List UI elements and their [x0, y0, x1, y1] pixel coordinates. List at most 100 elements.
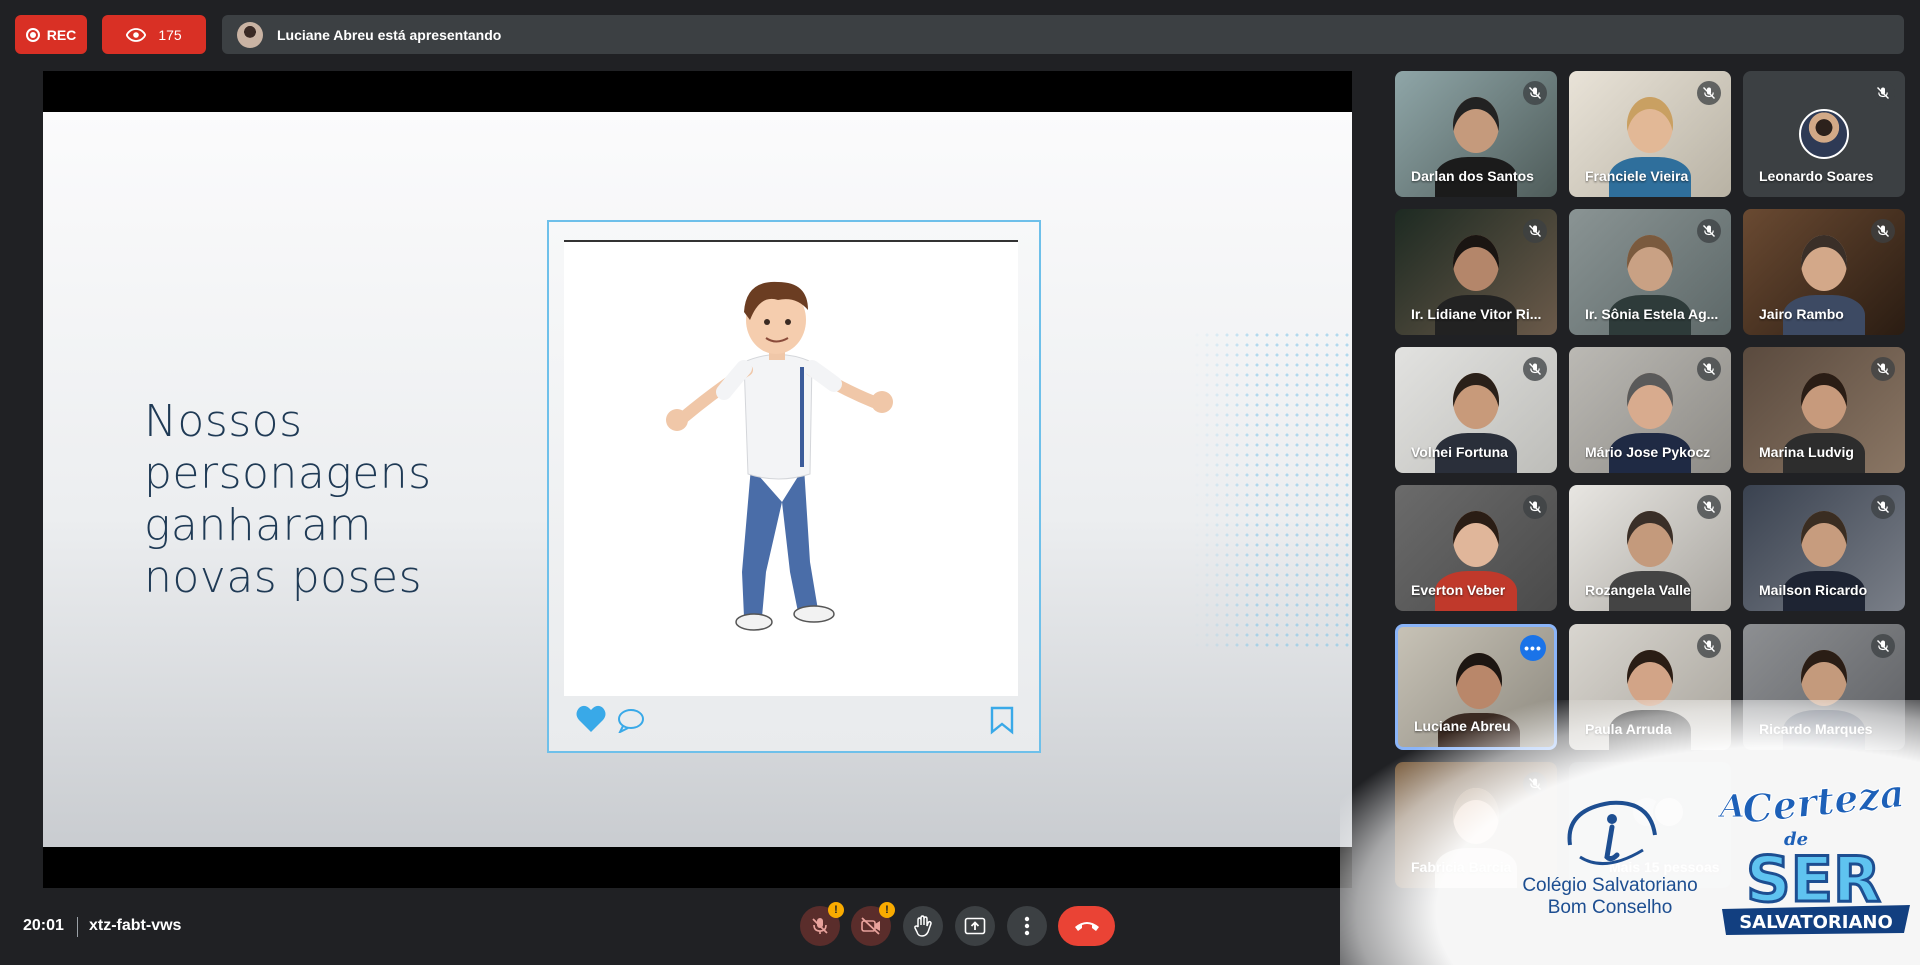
slide-title-line: Nossos: [144, 396, 303, 447]
meeting-code: xtz-fabt-vws: [89, 917, 182, 934]
participant-video-face: [1453, 235, 1499, 291]
participant-name: Jairo Rambo: [1759, 306, 1844, 322]
a-certeza-de-ser-salvatoriano-logo: A Certeza de SER SALVATORIANO: [1717, 770, 1910, 935]
participant-video-face: [1627, 373, 1673, 429]
mic-off-icon: [1523, 219, 1547, 243]
leave-call-button[interactable]: [1058, 906, 1115, 946]
mic-off-icon: [812, 918, 828, 934]
participant-name: Paula Arruda: [1585, 721, 1672, 737]
mic-off-icon: [1871, 81, 1895, 105]
participant-video-face: [1801, 650, 1847, 706]
participant-video-face: [1627, 97, 1673, 153]
participant-tile[interactable]: Paula Arruda: [1569, 624, 1731, 750]
social-post-frame: [547, 220, 1041, 753]
participant-video-face: [1453, 373, 1499, 429]
slide-title-line: ganharam: [144, 500, 373, 551]
mic-off-icon: [1697, 357, 1721, 381]
participant-video-face: [1627, 235, 1673, 291]
participant-tile[interactable]: Ir. Sônia Estela Ag...: [1569, 209, 1731, 335]
rec-label: REC: [46, 26, 77, 43]
mic-off-icon: [1523, 772, 1547, 796]
mic-off-icon: [1871, 357, 1895, 381]
live-viewers-button[interactable]: 175: [102, 15, 206, 54]
recording-indicator[interactable]: REC: [15, 15, 87, 54]
participant-tile[interactable]: Franciele Vieira: [1569, 71, 1731, 197]
svg-text:SALVATORIANO: SALVATORIANO: [1739, 912, 1893, 933]
raise-hand-button[interactable]: [903, 906, 943, 946]
participant-video-face: [1627, 511, 1673, 567]
participant-tile[interactable]: Darlan dos Santos: [1395, 71, 1557, 197]
participant-name: Ir. Sônia Estela Ag...: [1585, 306, 1719, 322]
mic-off-icon: [1697, 81, 1721, 105]
participant-name: Everton Veber: [1411, 582, 1506, 598]
participant-video-face: [1453, 788, 1499, 844]
mic-off-icon: [1871, 495, 1895, 519]
present-screen-icon: [964, 917, 986, 935]
participant-tile[interactable]: Jairo Rambo: [1743, 209, 1905, 335]
presentation-stage[interactable]: Nossos personagens ganharam novas poses: [43, 71, 1352, 888]
school-name-line1: Colégio Salvatoriano: [1522, 875, 1698, 896]
participant-tile[interactable]: Leonardo Soares: [1743, 71, 1905, 197]
presenter-avatar: [237, 21, 263, 48]
record-icon: [25, 27, 40, 42]
dot-pattern-decoration: [1192, 330, 1352, 650]
camera-toggle-button[interactable]: !: [851, 902, 895, 946]
participant-tile[interactable]: Volnei Fortuna: [1395, 347, 1557, 473]
more-options-button[interactable]: [1007, 906, 1047, 946]
more-horiz-icon[interactable]: •••: [1520, 635, 1546, 661]
participant-name: Marina Ludvig: [1759, 444, 1854, 460]
participant-name: Mailson Ricardo: [1759, 582, 1868, 598]
participant-video-face: [1456, 653, 1502, 709]
participant-video-face: [1453, 511, 1499, 567]
mic-off-icon: [1871, 634, 1895, 658]
post-actions: [575, 703, 1015, 737]
participant-name: Leonardo Soares: [1759, 168, 1874, 184]
participant-tile[interactable]: Everton Veber: [1395, 485, 1557, 611]
participant-tile[interactable]: Rozangela Valle: [1569, 485, 1731, 611]
character-image: [564, 240, 1018, 696]
participant-tile[interactable]: Ir. Lidiane Vitor Ri...: [1395, 209, 1557, 335]
presenter-banner[interactable]: Luciane Abreu está apresentando: [222, 15, 1904, 54]
participant-name: Ricardo Marques: [1759, 721, 1873, 737]
participant-name: Rozangela Valle: [1585, 582, 1691, 598]
hand-icon: [914, 915, 932, 937]
participant-name: Franciele Vieira: [1585, 168, 1689, 184]
participant-video-face: [1801, 373, 1847, 429]
participant-avatar: [1799, 109, 1849, 159]
svg-text:SER: SER: [1746, 843, 1881, 916]
mic-off-icon: [1523, 81, 1547, 105]
eye-icon: [126, 27, 147, 42]
bookmark-icon: [990, 706, 1014, 735]
warning-badge: !: [879, 902, 895, 918]
participant-tile[interactable]: Mailson Ricardo: [1743, 485, 1905, 611]
participant-tile[interactable]: ••• Luciane Abreu: [1395, 624, 1557, 750]
viewer-count: 175: [158, 26, 182, 43]
camera-off-icon: [861, 917, 880, 935]
participant-name: Mário Jose Pykocz: [1585, 444, 1711, 460]
participant-video-face: [1453, 97, 1499, 153]
divider: [77, 917, 78, 937]
heart-icon: [576, 705, 606, 732]
school-logo: Colégio Salvatoriano Bom Conselho: [1510, 795, 1710, 925]
participant-tile[interactable]: Ricardo Marques: [1743, 624, 1905, 750]
microphone-toggle-button[interactable]: !: [800, 902, 844, 946]
present-screen-button[interactable]: [955, 906, 995, 946]
mic-off-icon: [1871, 219, 1895, 243]
school-name-line2: Bom Conselho: [1547, 897, 1673, 918]
slide-title-line: novas poses: [144, 552, 422, 603]
presenter-text: Luciane Abreu está apresentando: [277, 26, 502, 43]
mic-off-icon: [1697, 634, 1721, 658]
participant-tile[interactable]: Mário Jose Pykocz: [1569, 347, 1731, 473]
participant-video-face: [1801, 511, 1847, 567]
hang-up-icon: [1074, 922, 1099, 931]
presentation-slide: Nossos personagens ganharam novas poses: [43, 112, 1352, 847]
mic-off-icon: [1523, 357, 1547, 381]
mic-off-icon: [1523, 495, 1547, 519]
participant-tile[interactable]: Marina Ludvig: [1743, 347, 1905, 473]
participant-name: Luciane Abreu: [1414, 718, 1511, 734]
mic-off-icon: [1697, 495, 1721, 519]
participant-video-face: [1627, 650, 1673, 706]
cartoon-character-illustration: [666, 281, 893, 631]
svg-text:Certeza: Certeza: [1740, 783, 1906, 832]
warning-badge: !: [828, 902, 844, 918]
